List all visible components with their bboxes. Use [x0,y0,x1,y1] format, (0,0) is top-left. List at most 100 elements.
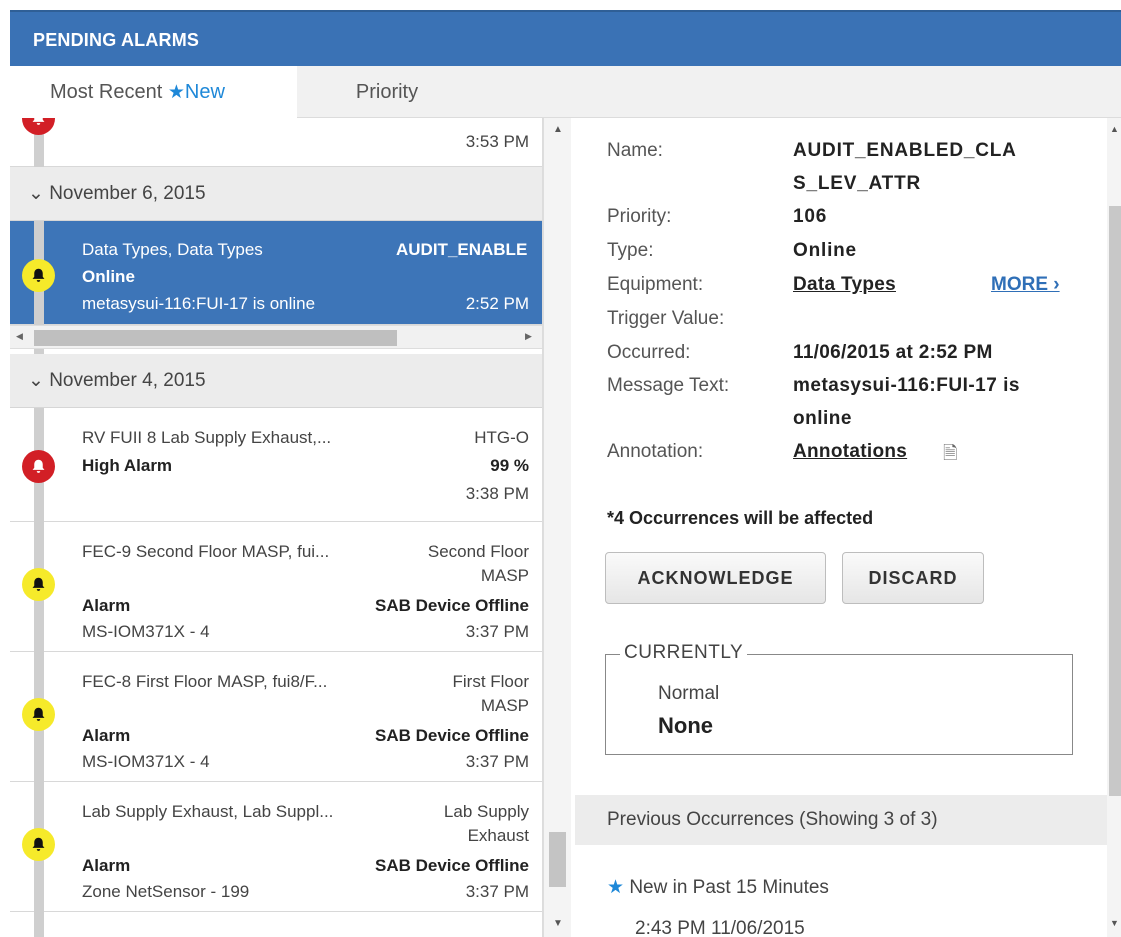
item-status: SAB Device Offline [375,596,529,615]
date-group-header[interactable]: ⌄ November 6, 2015 [10,167,542,221]
item-time: 3:37 PM [465,622,529,641]
scroll-left-icon[interactable]: ◀ [16,331,23,342]
name-label: Name: [607,140,663,161]
item-name: Data Types, Data Types [82,240,263,259]
affected-notice: *4 Occurrences will be affected [607,508,874,528]
item-status: SAB Device Offline [375,856,529,875]
item-status: SAB Device Offline [375,726,529,745]
page-title: PENDING ALARMS [33,30,200,50]
tab-priority[interactable]: Priority [297,66,477,118]
scrollbar-thumb[interactable] [549,832,566,887]
priority-label: Priority: [607,206,672,227]
alarm-bell-icon [22,259,55,292]
name-value-line2: S_LEV_ATTR [793,173,922,194]
previous-occurrence-item[interactable]: 2:43 PM 11/06/2015 [635,918,805,937]
trigger-value-label: Trigger Value: [607,308,725,329]
alarm-bell-icon [22,828,55,861]
item-time: 3:38 PM [465,484,529,503]
chevron-down-icon: ⌄ [28,183,44,204]
date-group-label: November 4, 2015 [49,370,206,391]
item-state: Alarm [82,726,131,745]
scroll-down-icon[interactable]: ▼ [553,918,563,929]
previous-occurrences-header[interactable]: Previous Occurrences (Showing 3 of 3) [575,795,1107,845]
date-group-header[interactable]: ⌄ November 4, 2015 [10,354,542,408]
message-text-label: Message Text: [607,375,730,396]
item-object-2: MASP [480,696,529,715]
tab-most-recent[interactable]: Most Recent ★New [10,66,297,118]
current-state: Normal [658,683,720,704]
item-time: 2:52 PM [465,294,529,313]
list-item[interactable] [10,912,542,937]
discard-button[interactable]: DISCARD [842,552,984,604]
list-item-selected[interactable]: Data Types, Data Types Online metasysui-… [10,221,542,325]
item-state: High Alarm [82,456,173,475]
acknowledge-button[interactable]: ACKNOWLEDGE [605,552,826,604]
current-value: None [658,713,713,738]
list-item[interactable]: FEC-9 Second Floor MASP, fui... Second F… [10,522,542,652]
top-strip [0,0,1121,10]
type-label: Type: [607,240,654,261]
currently-box: CURRENTLY Normal None [605,642,1073,755]
item-object: Second Floor [427,542,529,561]
list-item-time: 3:53 PM [465,132,529,151]
list-item[interactable]: FEC-8 First Floor MASP, fui8/F... First … [10,652,542,782]
occurred-value: 11/06/2015 at 2:52 PM [793,342,993,363]
star-icon: ★ [167,82,185,103]
item-message: metasysui-116:FUI-17 is online [82,294,316,313]
date-group-label: November 6, 2015 [49,183,206,204]
item-device: MS-IOM371X - 4 [82,752,210,771]
scroll-up-icon[interactable]: ▲ [553,124,563,135]
alarm-bell-icon [22,450,55,483]
more-label: MORE [991,274,1048,295]
item-name: FEC-8 First Floor MASP, fui8/F... [82,672,328,691]
scrollbar-thumb[interactable] [34,330,397,346]
document-icon[interactable]: 🗎 [943,441,957,471]
annotations-link[interactable]: Annotations [793,441,907,463]
scroll-right-icon[interactable]: ▶ [525,331,532,342]
tab-new-label: New [184,81,225,103]
list-item[interactable]: Lab Supply Exhaust, Lab Suppl... Lab Sup… [10,782,542,912]
message-text-line1: metasysui-116:FUI-17 is [793,375,1020,396]
occurred-label: Occurred: [607,342,691,363]
chevron-down-icon: ⌄ [28,370,44,391]
item-device: Zone NetSensor - 199 [82,882,250,901]
star-icon: ★ [607,877,625,898]
item-object: First Floor [452,672,530,691]
item-object: Lab Supply [443,802,529,821]
item-time: 3:37 PM [465,882,529,901]
alarm-bell-icon [22,698,55,731]
list-vertical-scrollbar[interactable]: ▲ ▼ [543,118,571,937]
item-object: HTG-O [474,428,529,447]
item-state: Alarm [82,856,131,875]
alarm-list[interactable]: 3:53 PM ⌄ November 6, 2015 Data Types, D… [10,118,543,937]
previous-occurrence-time: 2:43 PM 11/06/2015 [635,918,805,937]
message-text-line2: online [793,408,852,429]
alarm-bell-icon [22,568,55,601]
item-object-2: MASP [480,566,529,585]
item-object: AUDIT_ENABLE [396,240,528,259]
detail-vertical-scrollbar[interactable]: ▲ ▼ [1107,118,1121,937]
more-link[interactable]: MORE › [991,274,1060,296]
alarm-bell-icon [22,118,55,135]
timeline-line [34,912,44,937]
scroll-up-icon[interactable]: ▲ [1110,124,1119,134]
name-value-line1: AUDIT_ENABLED_CLA [793,140,1017,161]
app-header: PENDING ALARMS [10,10,1121,66]
horizontal-scrollbar[interactable]: ◀ ▶ [10,325,542,349]
item-name: FEC-9 Second Floor MASP, fui... [82,542,330,561]
equipment-label: Equipment: [607,274,704,295]
item-name: Lab Supply Exhaust, Lab Suppl... [82,802,334,821]
equipment-link[interactable]: Data Types [793,274,896,296]
previous-new-group: ★ New in Past 15 Minutes [607,876,829,899]
alarm-detail-panel: Name: AUDIT_ENABLED_CLA S_LEV_ATTR Prior… [575,118,1107,937]
item-device: MS-IOM371X - 4 [82,622,210,641]
list-item[interactable]: 3:53 PM [10,118,542,167]
scroll-down-icon[interactable]: ▼ [1110,918,1119,928]
list-item[interactable]: RV FUII 8 Lab Supply Exhaust,... High Al… [10,408,542,522]
tab-bar: Most Recent ★New Priority [10,66,1121,118]
type-value: Online [793,240,857,261]
currently-legend: CURRENTLY [620,642,748,664]
previous-new-label: New in Past 15 Minutes [629,877,829,898]
annotation-label: Annotation: [607,441,704,462]
scrollbar-thumb[interactable] [1109,206,1121,796]
